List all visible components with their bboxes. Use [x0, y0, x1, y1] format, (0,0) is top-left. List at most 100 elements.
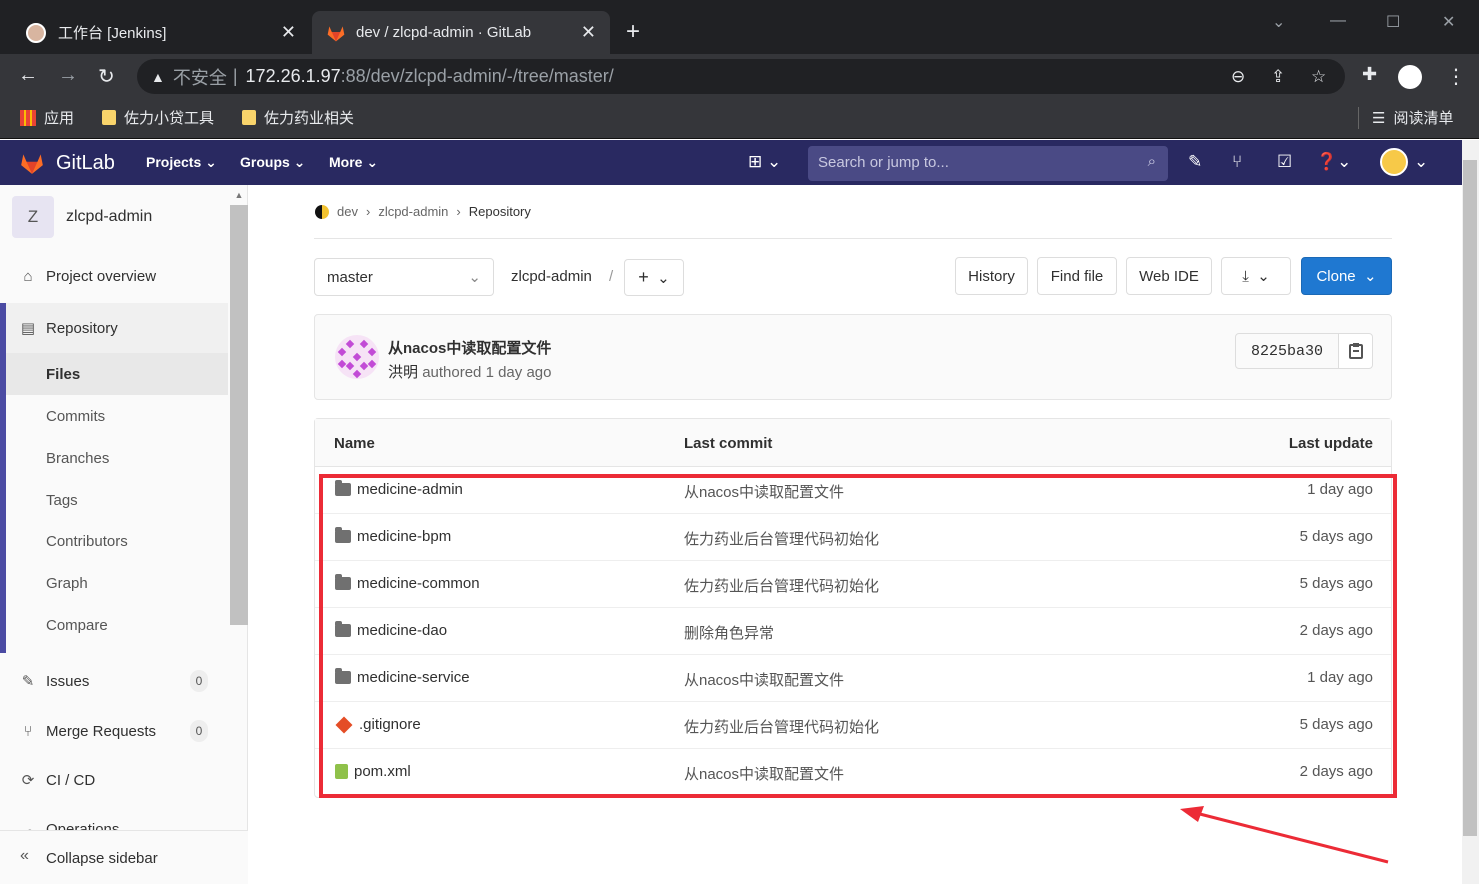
sidebar-item-merge-requests[interactable]: ⑂ Merge Requests 0 — [0, 720, 228, 742]
web-ide-button[interactable]: Web IDE — [1126, 257, 1212, 295]
double-chevron-left-icon: « — [20, 847, 29, 864]
close-window-icon[interactable]: ✕ — [1442, 12, 1455, 32]
breadcrumb-group[interactable]: dev — [337, 204, 358, 219]
gitlab-header: GitLab Projects ⌄ Groups ⌄ More ⌄ ⊞ ⌄ Se… — [0, 140, 1462, 185]
nav-groups[interactable]: Groups ⌄ — [240, 154, 305, 171]
chevron-down-icon: ⌄ — [468, 269, 481, 286]
bookmark-folder[interactable]: 佐力药业相关 — [242, 107, 354, 128]
maximize-icon[interactable]: ☐ — [1386, 12, 1400, 32]
back-icon[interactable]: ← — [18, 64, 38, 87]
rocket-icon: ⟳ — [21, 772, 35, 789]
download-icon: ⤓ — [1242, 267, 1249, 285]
commit-title[interactable]: 从nacos中读取配置文件 — [388, 337, 551, 358]
breadcrumb-current[interactable]: Repository — [469, 204, 531, 219]
star-icon[interactable]: ☆ — [1311, 67, 1326, 87]
nav-more[interactable]: More ⌄ — [329, 154, 378, 171]
download-dropdown[interactable]: ⤓ ⌄ — [1221, 257, 1291, 295]
sidebar-item-repository[interactable]: ▤ Repository — [6, 303, 228, 353]
project-avatar: Z — [12, 196, 54, 238]
share-icon[interactable]: ⇪ — [1271, 67, 1285, 87]
extensions-icon[interactable]: ✚ — [1362, 64, 1377, 85]
browser-tabbar: 工作台 [Jenkins] ✕ dev / zlcpd-admin · GitL… — [0, 0, 1479, 54]
reload-icon[interactable]: ↻ — [98, 64, 115, 89]
issues-icon[interactable]: ✎ — [1188, 152, 1202, 172]
close-tab-icon[interactable]: ✕ — [281, 22, 296, 43]
tab-title: dev / zlcpd-admin · GitLab — [356, 24, 532, 41]
scroll-up-arrow[interactable]: ▲ — [230, 190, 248, 206]
document-icon: ▤ — [20, 320, 36, 337]
home-icon: ⌂ — [23, 268, 33, 285]
commit-meta: 洪明 authored 1 day ago — [388, 364, 552, 381]
commit-sha[interactable]: 8225ba30 — [1235, 333, 1339, 369]
sidebar-item-contributors[interactable]: Contributors — [46, 533, 128, 550]
tab-gitlab[interactable]: dev / zlcpd-admin · GitLab ✕ — [312, 11, 610, 54]
branch-select[interactable]: master ⌄ — [314, 258, 494, 296]
mr-count-badge: 0 — [190, 720, 208, 742]
merge-requests-icon[interactable]: ⑂ — [1232, 152, 1242, 172]
sidebar-item-compare[interactable]: Compare — [46, 617, 108, 634]
sidebar-item-issues[interactable]: ✎ Issues 0 — [0, 670, 228, 692]
reading-list[interactable]: ☰ 阅读清单 — [1372, 107, 1453, 128]
gitlab-icon — [327, 25, 345, 41]
sidebar-scrollbar[interactable] — [230, 205, 248, 625]
chevron-down-icon[interactable]: ⌄ — [1272, 12, 1285, 32]
sidebar-item-graph[interactable]: Graph — [46, 575, 88, 592]
clone-button[interactable]: Clone ⌄ — [1301, 257, 1392, 295]
issues-icon: ✎ — [21, 673, 35, 690]
bookmark-folder[interactable]: 佐力小贷工具 — [102, 107, 214, 128]
chevron-down-icon[interactable]: ⌄ — [1414, 152, 1428, 172]
sidebar-project[interactable]: Z zlcpd-admin — [12, 196, 152, 238]
history-button[interactable]: History — [955, 257, 1028, 295]
copy-sha-button[interactable] — [1338, 333, 1373, 369]
chevron-down-icon: ⌄ — [1257, 268, 1270, 285]
new-item-icon[interactable]: ⊞ ⌄ — [748, 152, 781, 172]
url-bar[interactable]: ▲ 不安全 | 172.26.1.97 :88/dev/zlcpd-admin/… — [137, 59, 1345, 94]
commit-author[interactable]: 洪明 — [388, 364, 418, 381]
todos-icon[interactable]: ☑ — [1277, 152, 1292, 172]
warning-icon: ▲ — [151, 68, 165, 85]
clipboard-icon — [1348, 343, 1363, 359]
chevron-down-icon: ⌄ — [657, 269, 670, 287]
forward-icon[interactable]: → — [58, 64, 78, 87]
menu-icon[interactable]: ⋮ — [1446, 64, 1466, 89]
breadcrumb: dev › zlcpd-admin › Repository — [315, 204, 531, 219]
url-path: :88/dev/zlcpd-admin/-/tree/master/ — [340, 66, 614, 86]
plus-icon: + — [638, 267, 649, 287]
project-name: zlcpd-admin — [66, 208, 153, 225]
sidebar-item-overview[interactable]: ⌂ Project overview — [0, 268, 228, 285]
tree-project-link[interactable]: zlcpd-admin — [511, 268, 592, 285]
collapse-sidebar[interactable]: « Collapse sidebar — [0, 830, 248, 884]
search-input[interactable]: Search or jump to... ⌕ — [808, 146, 1168, 181]
tab-jenkins[interactable]: 工作台 [Jenkins] ✕ — [12, 11, 310, 54]
help-icon[interactable]: ❓⌄ — [1316, 152, 1351, 172]
close-tab-icon[interactable]: ✕ — [581, 22, 596, 43]
add-file-dropdown[interactable]: + ⌄ — [624, 259, 684, 296]
zoom-icon[interactable]: ⊖ — [1231, 67, 1245, 87]
search-icon: ⌕ — [1147, 153, 1156, 170]
profile-icon[interactable] — [1398, 65, 1422, 89]
breadcrumb-project[interactable]: zlcpd-admin — [378, 204, 448, 219]
gitlab-icon — [21, 154, 43, 174]
author-avatar[interactable] — [335, 335, 379, 379]
nav-projects[interactable]: Projects ⌄ — [146, 154, 217, 171]
jenkins-icon — [26, 22, 46, 43]
sidebar-item-tags[interactable]: Tags — [46, 492, 78, 509]
address-row: ← → ↻ ▲ 不安全 | 172.26.1.97 :88/dev/zlcpd-… — [0, 54, 1479, 99]
avatar[interactable] — [1380, 148, 1408, 176]
find-file-button[interactable]: Find file — [1037, 257, 1117, 295]
sidebar-item-cicd[interactable]: ⟳ CI / CD — [0, 771, 228, 790]
page-scrollbar-thumb[interactable] — [1463, 160, 1477, 836]
bookmark-apps[interactable]: 应用 — [20, 107, 74, 128]
new-tab-icon[interactable]: + — [626, 18, 640, 46]
gitlab-logo[interactable]: GitLab — [18, 150, 115, 176]
minimize-icon[interactable]: — — [1330, 12, 1346, 30]
files-highlight — [6, 353, 228, 395]
sidebar-item-commits[interactable]: Commits — [46, 408, 105, 425]
annotation-arrow — [1180, 806, 1389, 864]
last-commit-panel: 从nacos中读取配置文件 洪明 authored 1 day ago 8225… — [314, 314, 1392, 400]
issues-count-badge: 0 — [190, 670, 208, 692]
sidebar-item-branches[interactable]: Branches — [46, 450, 109, 467]
sidebar-item-files[interactable]: Files — [46, 366, 80, 383]
chevron-down-icon: ⌄ — [1363, 268, 1377, 285]
bookmarks-bar: 应用 佐力小贷工具 佐力药业相关 ☰ 阅读清单 — [0, 99, 1479, 139]
